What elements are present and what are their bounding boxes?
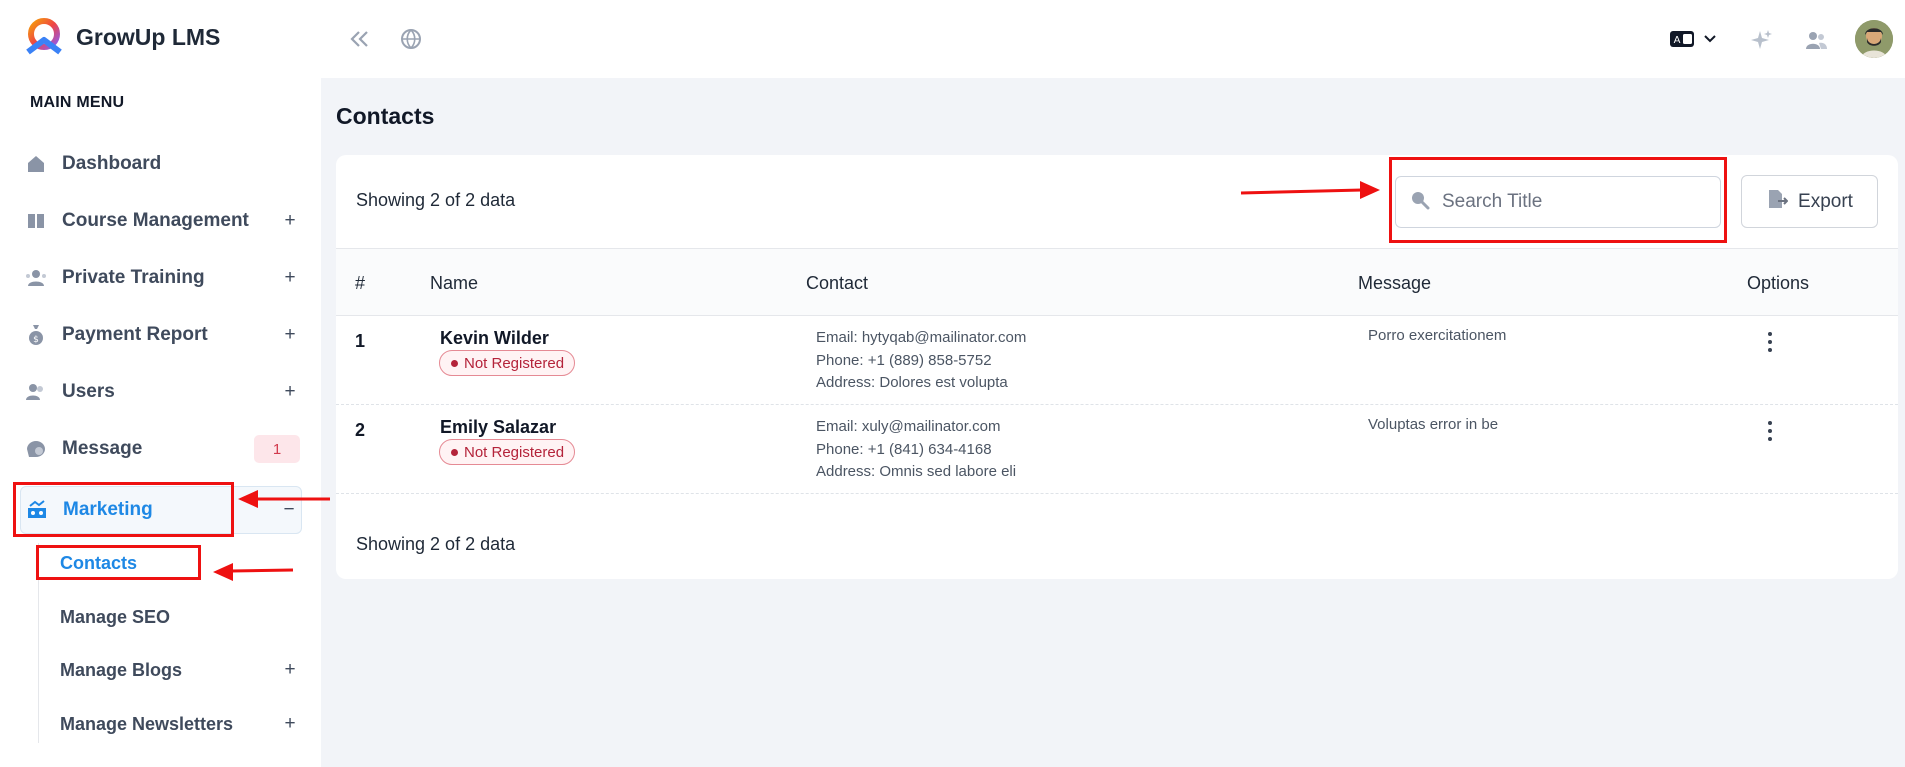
- contact-address: Address: Dolores est volupta: [816, 374, 1008, 391]
- contact-message: Voluptas error in be: [1368, 416, 1499, 433]
- table-header: # Name Contact Message Options: [336, 248, 1898, 316]
- contact-name: Kevin Wilder: [440, 328, 549, 348]
- column-header-name: Name: [430, 273, 479, 293]
- contact-phone: Phone: +1 (889) 858-5752: [816, 351, 992, 369]
- message-icon: [20, 437, 52, 461]
- svg-text:$: $: [33, 335, 39, 345]
- contact-details: Email: xuly@mailinator.com Phone: +1 (84…: [816, 416, 1016, 484]
- annotation-box-marketing: [13, 482, 234, 537]
- contact-name: Emily Salazar: [440, 417, 557, 437]
- export-label: Export: [1798, 190, 1853, 212]
- expand-icon[interactable]: +: [278, 659, 302, 681]
- sidebar-subitem-label: Manage SEO: [60, 606, 171, 627]
- sidebar-item-private-training[interactable]: Private Training +: [20, 254, 302, 302]
- column-header-message: Message: [1358, 273, 1432, 293]
- avatar[interactable]: [1855, 20, 1893, 58]
- sidebar: GrowUp LMS MAIN MENU Dashboard Course Ma…: [0, 0, 321, 767]
- table-row: 2 Emily Salazar Not Registered Email: xu…: [336, 405, 1898, 494]
- annotation-arrow-contacts: [213, 563, 294, 581]
- top-bar: A: [321, 0, 1905, 78]
- annotation-arrow-search: [1240, 181, 1380, 199]
- table-row: 1 Kevin Wilder Not Registered Email: hyt…: [336, 316, 1898, 405]
- money-bag-icon: $: [20, 323, 52, 347]
- column-header-options: Options: [1747, 273, 1810, 293]
- status-dot-icon: [451, 360, 458, 367]
- chevron-down-icon[interactable]: [1700, 29, 1720, 49]
- contact-email: Email: xuly@mailinator.com: [816, 418, 1001, 435]
- sidebar-item-payment-report[interactable]: $ Payment Report +: [20, 311, 302, 359]
- sidebar-item-dashboard[interactable]: Dashboard: [20, 140, 302, 188]
- contact-phone: Phone: +1 (841) 634-4168: [816, 440, 992, 458]
- expand-icon[interactable]: +: [278, 210, 302, 232]
- column-header-number: #: [355, 273, 366, 293]
- sidebar-subitem-manage-newsletters[interactable]: Manage Newsletters +: [60, 708, 302, 740]
- message-count-badge: 1: [254, 435, 300, 463]
- showing-count-top: Showing 2 of 2 data: [356, 190, 516, 210]
- expand-icon[interactable]: +: [278, 267, 302, 289]
- home-icon: [20, 152, 52, 176]
- training-icon: [20, 266, 52, 290]
- users-icon: [20, 380, 52, 404]
- contact-message: Porro exercitationem: [1368, 327, 1507, 344]
- sidebar-item-message[interactable]: Message 1: [20, 425, 302, 473]
- row-number: 1: [355, 331, 366, 351]
- language-icon[interactable]: A: [1668, 27, 1696, 51]
- logo[interactable]: GrowUp LMS: [22, 16, 220, 58]
- menu-heading: MAIN MENU: [30, 94, 125, 111]
- svg-text:A: A: [1674, 35, 1681, 46]
- sidebar-item-label: Users: [62, 381, 115, 402]
- column-header-contact: Contact: [806, 273, 869, 293]
- sidebar-subitem-manage-blogs[interactable]: Manage Blogs +: [60, 654, 302, 686]
- sidebar-item-label: Dashboard: [62, 153, 162, 174]
- expand-icon[interactable]: +: [278, 324, 302, 346]
- sidebar-item-label: Payment Report: [62, 324, 208, 345]
- export-button[interactable]: Export: [1741, 175, 1878, 228]
- showing-count-bottom: Showing 2 of 2 data: [356, 534, 516, 554]
- expand-icon[interactable]: +: [278, 713, 302, 735]
- contact-email: Email: hytyqab@mailinator.com: [816, 329, 1027, 346]
- more-options-icon[interactable]: [1760, 417, 1780, 445]
- status-badge: Not Registered: [439, 350, 576, 376]
- sparkle-icon[interactable]: [1749, 27, 1775, 53]
- expand-icon[interactable]: +: [278, 381, 302, 403]
- status-label: Not Registered: [464, 443, 565, 461]
- annotation-box-search: [1389, 157, 1727, 243]
- user-group-icon[interactable]: [1803, 27, 1829, 53]
- export-icon: [1766, 188, 1789, 216]
- sidebar-subitem-label: Manage Blogs: [60, 659, 183, 680]
- sidebar-subitem-manage-seo[interactable]: Manage SEO: [60, 601, 302, 633]
- contact-address: Address: Omnis sed labore eli: [816, 463, 1017, 480]
- contact-details: Email: hytyqab@mailinator.com Phone: +1 …: [816, 327, 1026, 395]
- status-badge: Not Registered: [439, 439, 576, 465]
- sidebar-subitem-label: Manage Newsletters: [60, 713, 234, 734]
- app-name: GrowUp LMS: [76, 23, 221, 50]
- more-options-icon[interactable]: [1760, 328, 1780, 356]
- page-title: Contacts: [336, 103, 435, 129]
- growup-logo-icon: [26, 18, 62, 55]
- globe-icon[interactable]: [397, 25, 425, 53]
- annotation-arrow-marketing: [238, 490, 330, 508]
- annotation-box-contacts: [36, 545, 201, 580]
- sidebar-item-label: Private Training: [62, 267, 205, 288]
- status-dot-icon: [451, 449, 458, 456]
- sidebar-item-label: Message: [62, 438, 143, 459]
- sidebar-item-users[interactable]: Users +: [20, 368, 302, 416]
- status-label: Not Registered: [464, 354, 565, 372]
- sidebar-item-label: Course Management: [62, 210, 249, 231]
- row-number: 2: [355, 420, 366, 440]
- book-icon: [20, 209, 52, 233]
- collapse-icon[interactable]: [346, 26, 374, 52]
- sidebar-item-course-management[interactable]: Course Management +: [20, 197, 302, 245]
